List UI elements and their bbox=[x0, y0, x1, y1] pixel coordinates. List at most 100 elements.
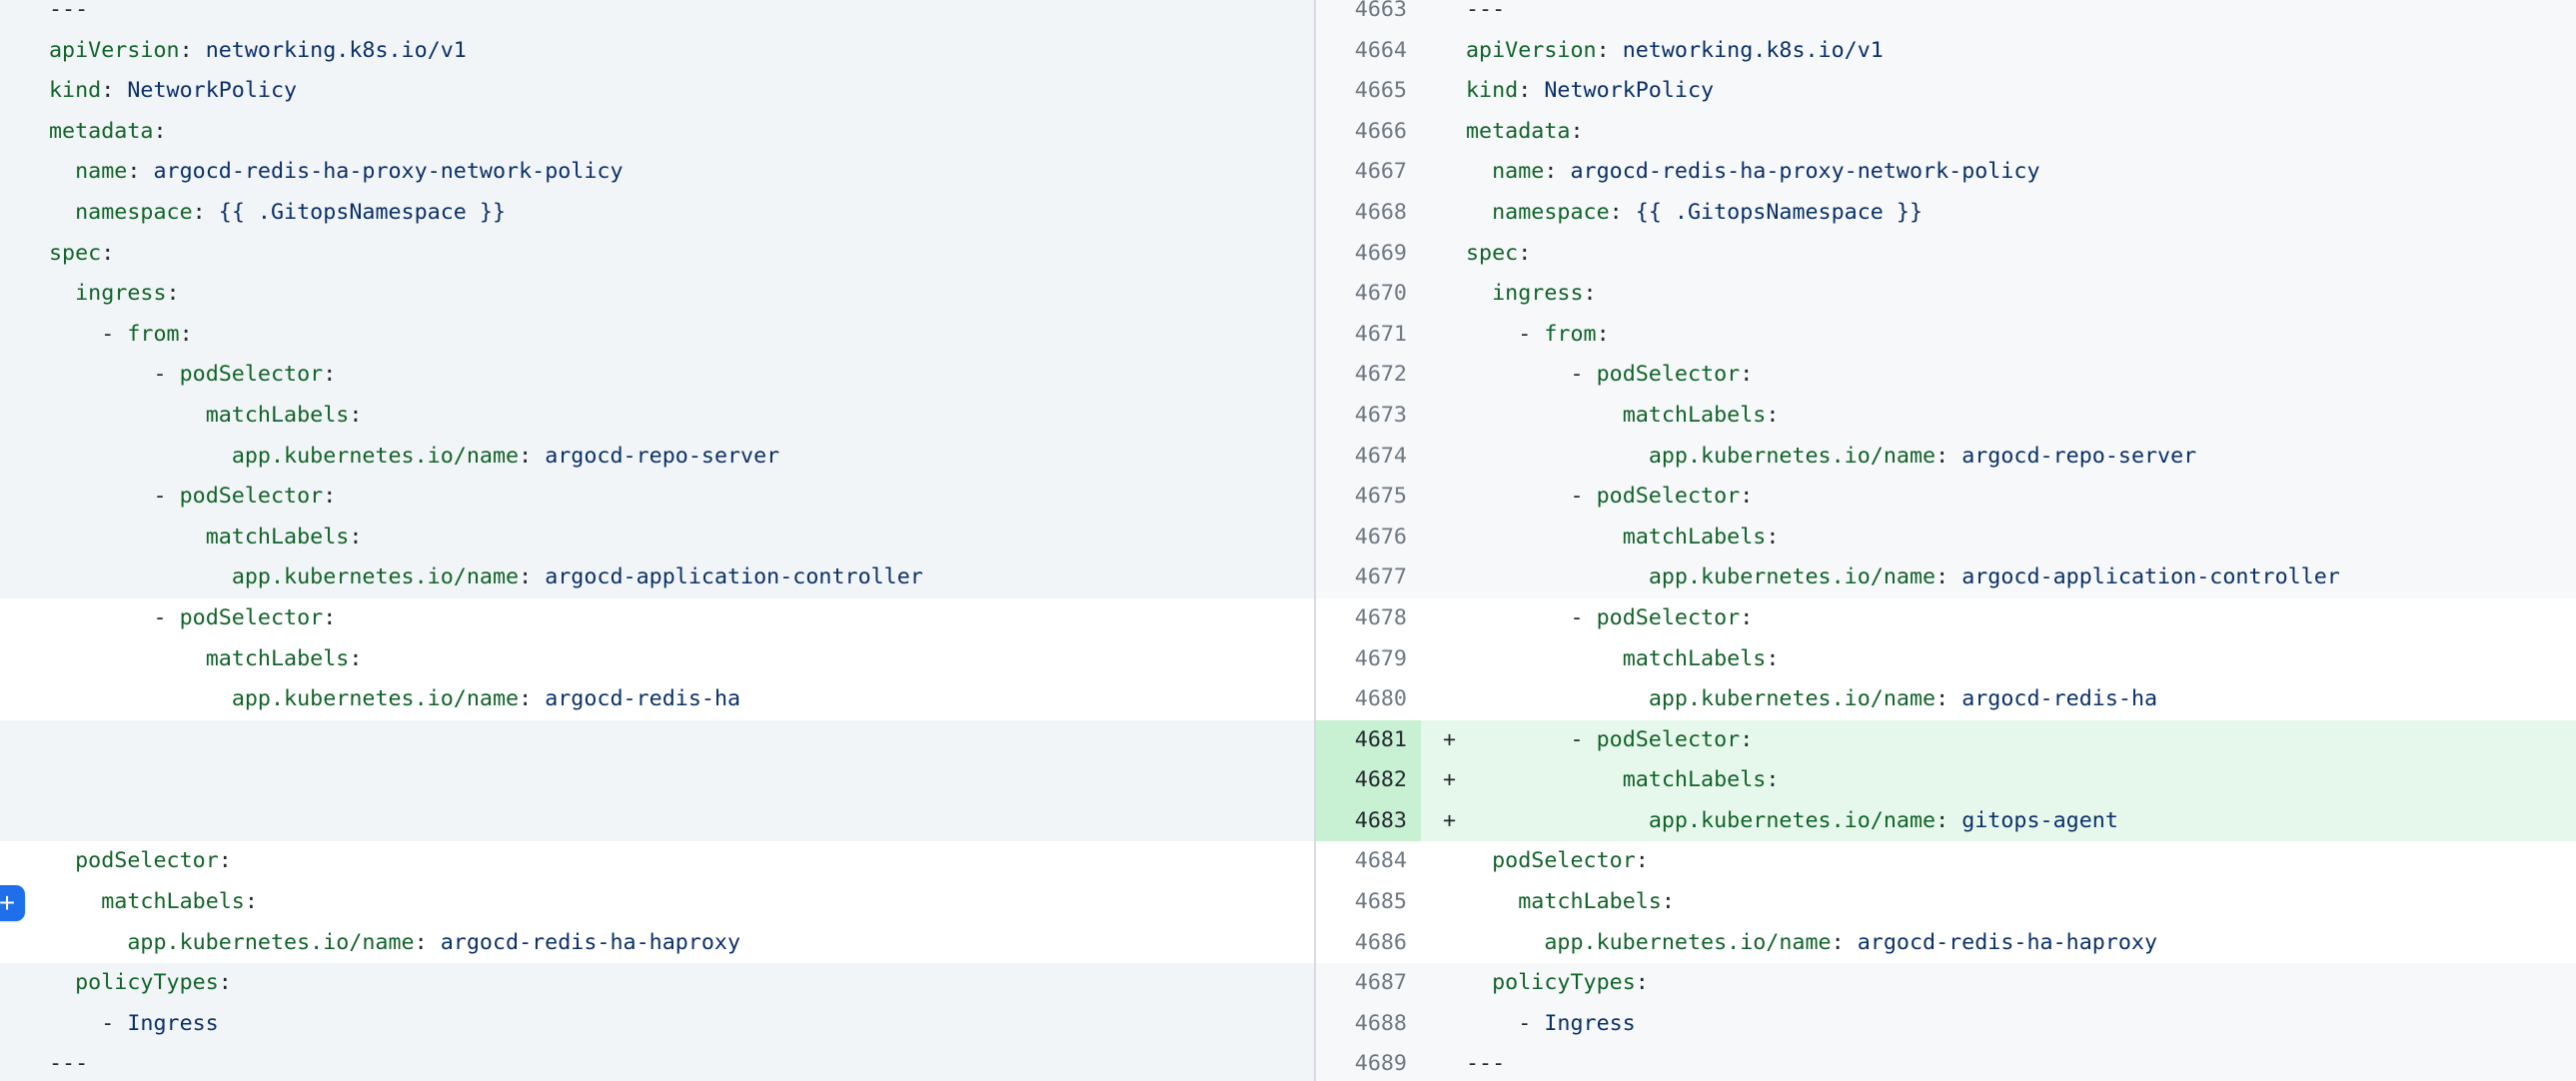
line-number[interactable]: 4685 bbox=[1316, 882, 1421, 923]
line-number[interactable]: 4670 bbox=[1316, 274, 1421, 315]
old-code-cell bbox=[0, 760, 1314, 801]
old-code-cell: name: argocd-redis-ha-proxy-network-poli… bbox=[0, 152, 1314, 193]
code-token: podSelector bbox=[1597, 605, 1741, 630]
code-token bbox=[49, 159, 75, 184]
code-token: apiVersion bbox=[49, 38, 180, 63]
line-number[interactable]: 4674 bbox=[1316, 437, 1421, 478]
old-code-cell: - podSelector: bbox=[0, 355, 1314, 396]
line-number[interactable]: 4680 bbox=[1316, 679, 1421, 720]
line-number[interactable]: 4671 bbox=[1316, 315, 1421, 356]
diff-row-new: 4674 app.kubernetes.io/name: argocd-repo… bbox=[1316, 437, 2576, 478]
line-number[interactable]: 4673 bbox=[1316, 396, 1421, 437]
code-token: ingress bbox=[1492, 281, 1583, 306]
code-token: app.kubernetes.io/name bbox=[127, 930, 414, 955]
line-number[interactable]: 4663 bbox=[1316, 0, 1421, 31]
code-token: spec bbox=[49, 241, 101, 266]
line-number[interactable]: 4681 bbox=[1316, 720, 1421, 761]
code-token bbox=[1466, 889, 1518, 914]
code-token: : bbox=[127, 159, 140, 184]
code-token: matchLabels bbox=[1623, 646, 1767, 671]
line-number[interactable]: 4666 bbox=[1316, 112, 1421, 153]
code-token: argocd-application-controller bbox=[1948, 564, 2340, 589]
new-code-cell: policyTypes: bbox=[1421, 963, 2576, 1004]
code-token: - bbox=[1466, 362, 1597, 387]
line-number[interactable]: 4664 bbox=[1316, 31, 1421, 72]
diff-row-new: 4686 app.kubernetes.io/name: argocd-redi… bbox=[1316, 923, 2576, 964]
code-token bbox=[1466, 970, 1492, 995]
code-token: namespace bbox=[1492, 200, 1610, 225]
diff-row-old: policyTypes: bbox=[0, 963, 1314, 1004]
old-code-cell: - podSelector: bbox=[0, 477, 1314, 518]
line-number[interactable]: 4679 bbox=[1316, 639, 1421, 680]
code-token: : bbox=[1766, 646, 1779, 671]
code-token: app.kubernetes.io/name bbox=[232, 564, 519, 589]
code-token: - bbox=[49, 322, 127, 347]
code-token: gitops-agent bbox=[1948, 808, 2118, 833]
code-token: matchLabels bbox=[206, 403, 350, 428]
line-number[interactable]: 4683 bbox=[1316, 801, 1421, 842]
code-token bbox=[1466, 564, 1649, 589]
line-number[interactable]: 4669 bbox=[1316, 234, 1421, 275]
new-code-cell: - podSelector: bbox=[1421, 598, 2576, 639]
line-number[interactable]: 4672 bbox=[1316, 355, 1421, 396]
code-token: : bbox=[1662, 889, 1675, 914]
diff-row-new-addition: 4683+ app.kubernetes.io/name: gitops-age… bbox=[1316, 801, 2576, 842]
code-token: apiVersion bbox=[1466, 38, 1597, 63]
add-comment-button[interactable]: + bbox=[0, 885, 25, 921]
line-number[interactable]: 4678 bbox=[1316, 598, 1421, 639]
old-code-cell: matchLabels: bbox=[0, 518, 1314, 558]
code-token: : bbox=[1518, 78, 1531, 103]
old-code-cell: podSelector: bbox=[0, 841, 1314, 882]
code-token: : bbox=[1610, 200, 1623, 225]
code-token bbox=[49, 403, 206, 428]
code-token: - bbox=[49, 1011, 127, 1036]
line-number[interactable]: 4667 bbox=[1316, 152, 1421, 193]
line-number[interactable]: 4676 bbox=[1316, 518, 1421, 558]
code-token: podSelector bbox=[1492, 848, 1636, 873]
code-token: : bbox=[1740, 362, 1753, 387]
old-code-cell: spec: bbox=[0, 234, 1314, 275]
line-number[interactable]: 4677 bbox=[1316, 557, 1421, 598]
diff-row-new: 4684 podSelector: bbox=[1316, 841, 2576, 882]
line-number[interactable]: 4686 bbox=[1316, 923, 1421, 964]
line-number[interactable]: 4668 bbox=[1316, 193, 1421, 234]
diff-row-new: 4667 name: argocd-redis-ha-proxy-network… bbox=[1316, 152, 2576, 193]
old-code-cell: app.kubernetes.io/name: argocd-repo-serv… bbox=[0, 437, 1314, 478]
code-token: : bbox=[519, 444, 532, 469]
code-token bbox=[1466, 444, 1649, 469]
line-number[interactable]: 4684 bbox=[1316, 841, 1421, 882]
line-number[interactable]: 4665 bbox=[1316, 71, 1421, 112]
code-token bbox=[1466, 808, 1649, 833]
diff-row-old: app.kubernetes.io/name: argocd-applicati… bbox=[0, 557, 1314, 598]
diff-row-old: - podSelector: bbox=[0, 598, 1314, 639]
diff-row-new: 4670 ingress: bbox=[1316, 274, 2576, 315]
code-token: app.kubernetes.io/name bbox=[1649, 686, 1935, 711]
code-token: : bbox=[1935, 686, 1948, 711]
code-token bbox=[1466, 930, 1544, 955]
old-code-cell: - podSelector: bbox=[0, 598, 1314, 639]
old-code-cell: ingress: bbox=[0, 274, 1314, 315]
code-token: : bbox=[1584, 281, 1597, 306]
code-token: argocd-redis-ha-haproxy bbox=[1845, 930, 2157, 955]
code-token: name bbox=[75, 159, 127, 184]
line-number[interactable]: 4688 bbox=[1316, 1004, 1421, 1045]
code-token: : bbox=[101, 78, 114, 103]
diff-row-new: 4687 policyTypes: bbox=[1316, 963, 2576, 1004]
code-token bbox=[1466, 403, 1623, 428]
code-token: --- bbox=[49, 1051, 88, 1076]
code-token: {{ .GitopsNamespace }} bbox=[206, 200, 506, 225]
new-code-cell: --- bbox=[1421, 0, 2576, 31]
new-code-cell: namespace: {{ .GitopsNamespace }} bbox=[1421, 193, 2576, 234]
old-code-cell: app.kubernetes.io/name: argocd-applicati… bbox=[0, 557, 1314, 598]
code-token: : bbox=[1740, 605, 1753, 630]
code-token: - bbox=[49, 484, 180, 509]
line-number[interactable]: 4689 bbox=[1316, 1044, 1421, 1081]
code-token: matchLabels bbox=[206, 646, 350, 671]
code-token bbox=[1466, 525, 1623, 549]
code-token: podSelector bbox=[75, 848, 219, 873]
code-token bbox=[1466, 159, 1492, 184]
line-number[interactable]: 4687 bbox=[1316, 963, 1421, 1004]
new-code-cell: - podSelector: bbox=[1421, 355, 2576, 396]
line-number[interactable]: 4682 bbox=[1316, 760, 1421, 801]
line-number[interactable]: 4675 bbox=[1316, 477, 1421, 518]
